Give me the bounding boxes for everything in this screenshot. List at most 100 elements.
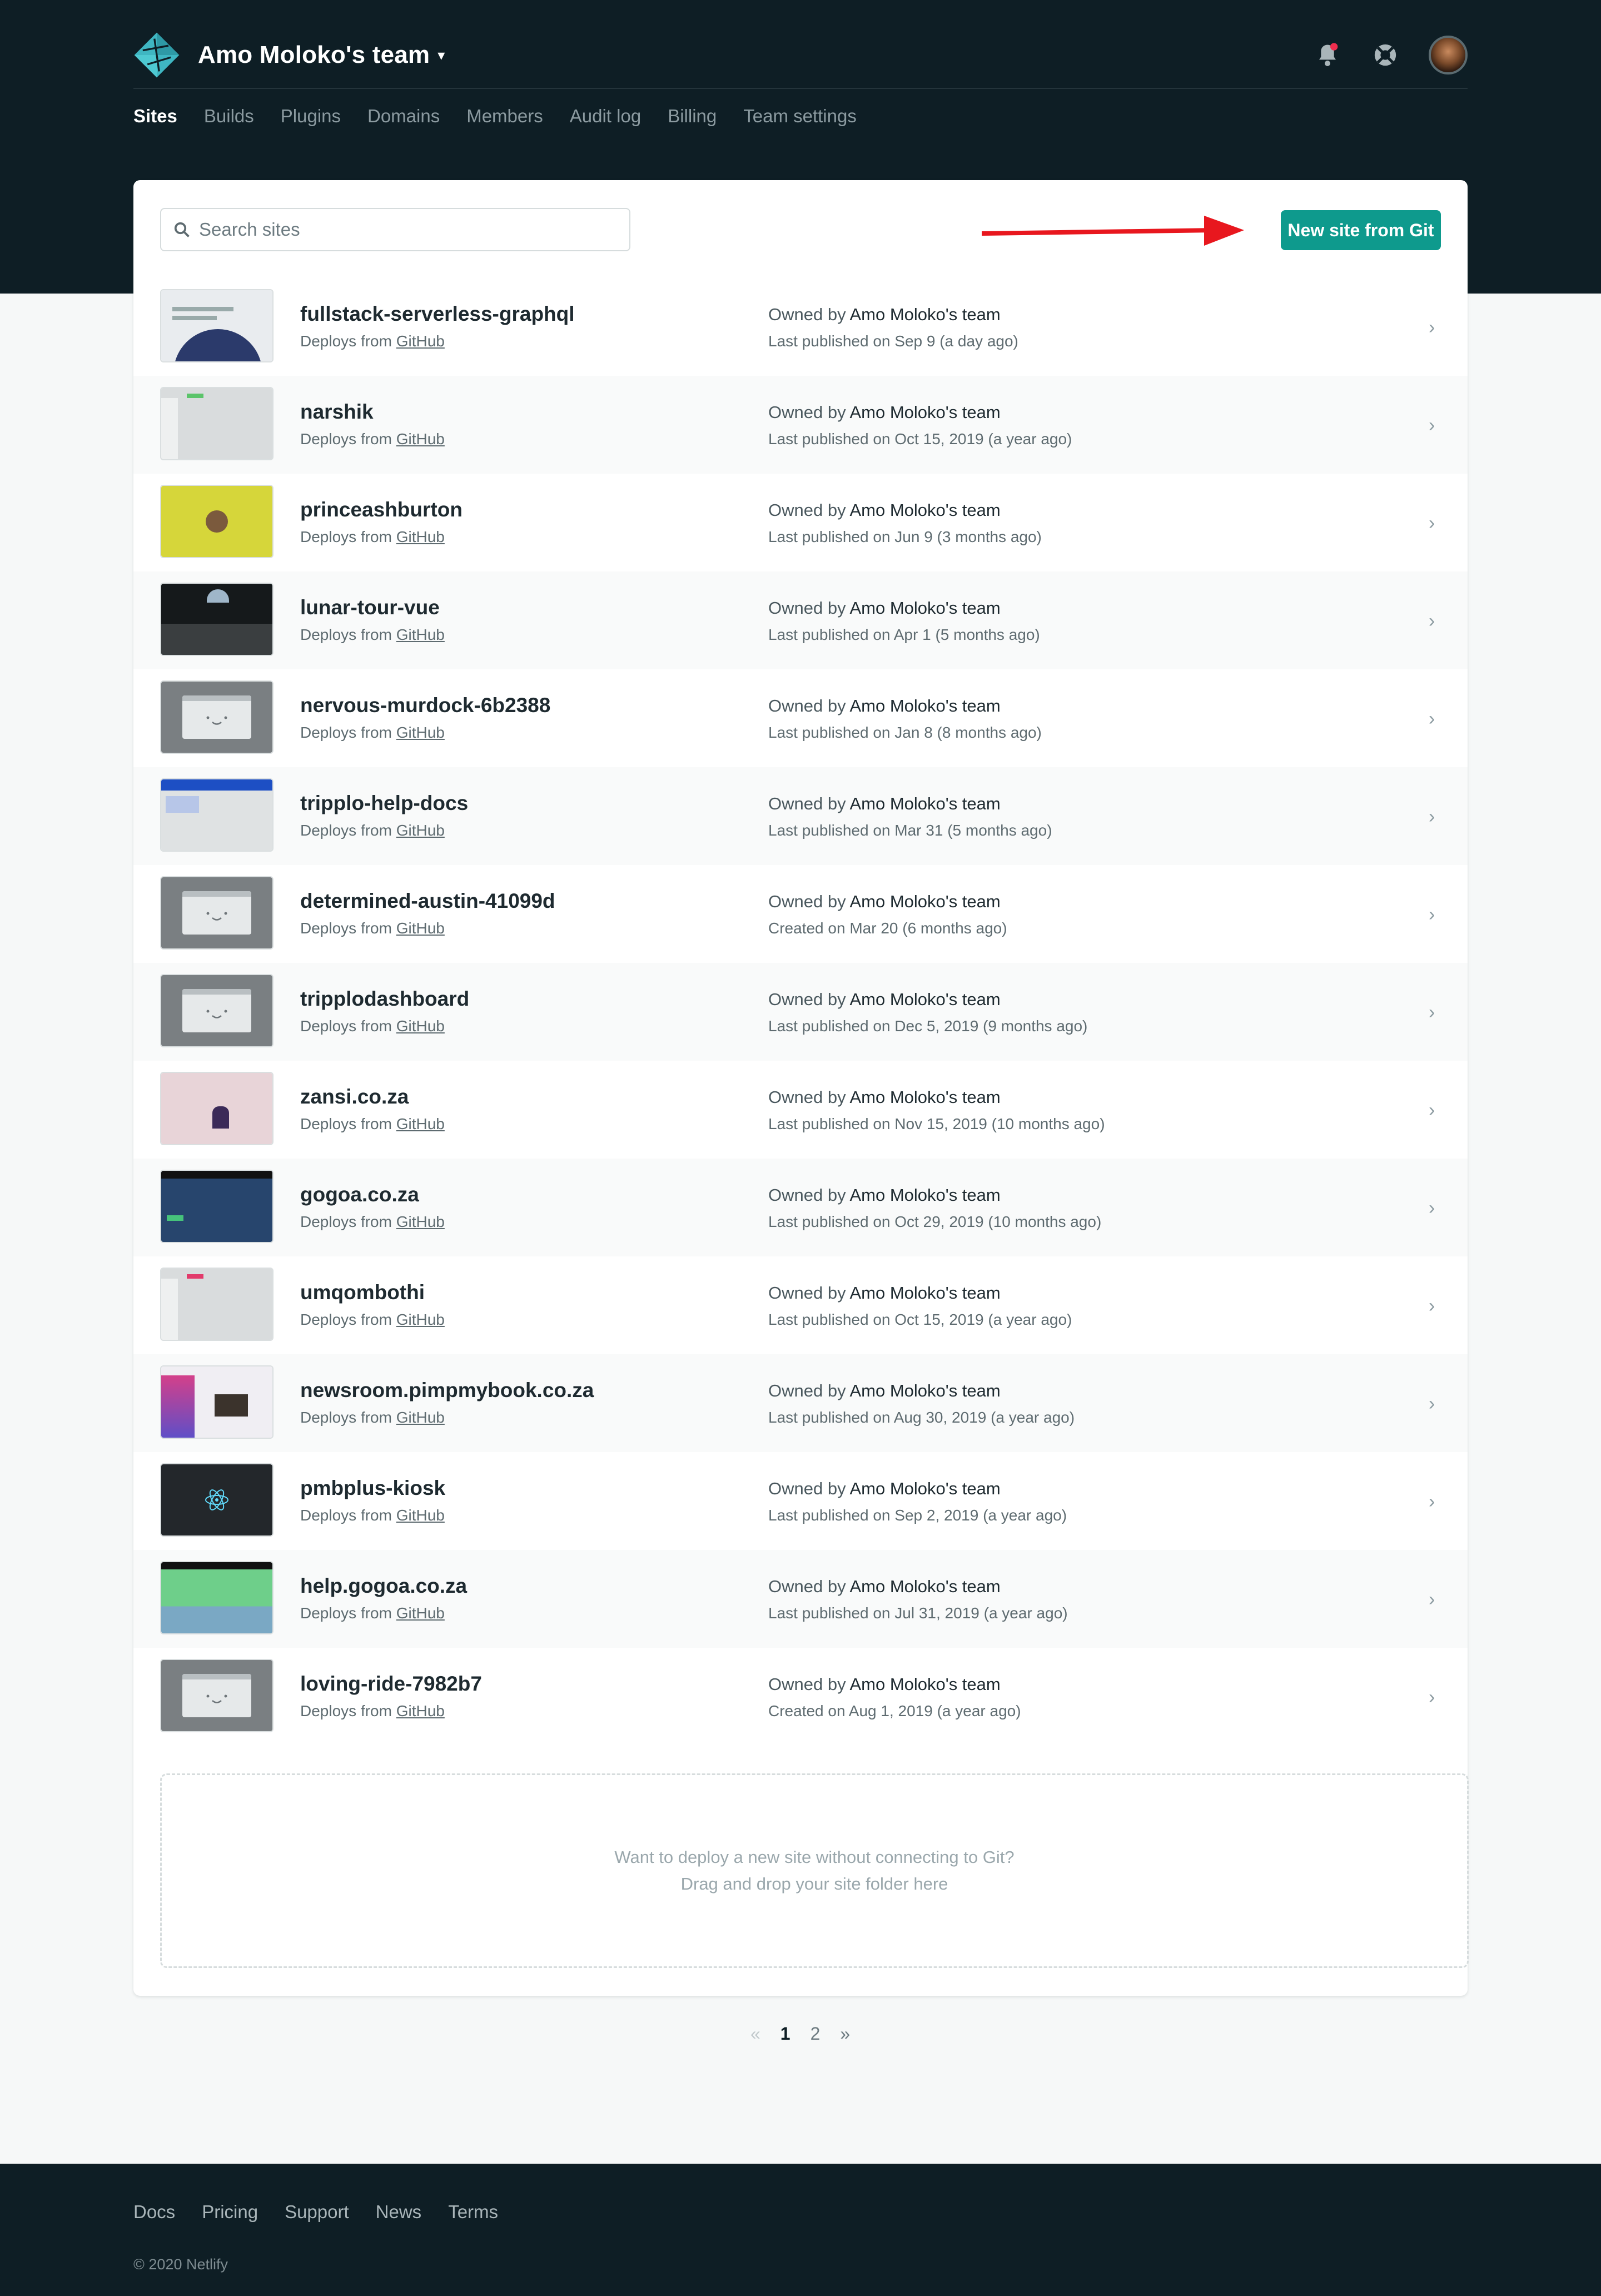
new-site-from-git-button[interactable]: New site from Git bbox=[1281, 210, 1441, 250]
nav-domains[interactable]: Domains bbox=[367, 106, 440, 127]
notifications-button[interactable] bbox=[1313, 41, 1342, 69]
github-link[interactable]: GitHub bbox=[396, 1604, 445, 1622]
site-row[interactable]: umqombothi Deploys from GitHub Owned by Am… bbox=[133, 1256, 1468, 1354]
site-row[interactable]: fullstack-serverless-graphql Deploys from… bbox=[133, 278, 1468, 376]
chevron-down-icon[interactable]: ▾ bbox=[437, 47, 445, 64]
site-name[interactable]: newsroom.pimpmybook.co.za bbox=[300, 1379, 594, 1402]
site-name[interactable]: tripplo-help-docs bbox=[300, 792, 468, 815]
github-link[interactable]: GitHub bbox=[396, 1507, 445, 1524]
site-thumbnail[interactable] bbox=[160, 680, 274, 754]
chevron-right-icon[interactable]: › bbox=[1429, 1002, 1435, 1023]
github-link[interactable]: GitHub bbox=[396, 430, 445, 448]
chevron-right-icon[interactable]: › bbox=[1429, 513, 1435, 534]
site-thumbnail[interactable] bbox=[160, 1170, 274, 1243]
footer-link-news[interactable]: News bbox=[376, 2201, 422, 2223]
pagination-next[interactable]: » bbox=[840, 2024, 850, 2044]
github-link[interactable]: GitHub bbox=[396, 724, 445, 741]
github-link[interactable]: GitHub bbox=[396, 1017, 445, 1035]
site-thumbnail[interactable] bbox=[160, 583, 274, 656]
github-link[interactable]: GitHub bbox=[396, 528, 445, 545]
pagination-page-2[interactable]: 2 bbox=[811, 2024, 821, 2044]
team-switcher[interactable]: Amo Moloko's team bbox=[198, 41, 430, 69]
site-name[interactable]: lunar-tour-vue bbox=[300, 596, 445, 619]
site-row[interactable]: lunar-tour-vue Deploys from GitHub Owned b… bbox=[133, 571, 1468, 669]
nav-builds[interactable]: Builds bbox=[204, 106, 254, 127]
site-thumbnail[interactable] bbox=[160, 1072, 274, 1145]
chevron-right-icon[interactable]: › bbox=[1429, 708, 1435, 730]
github-link[interactable]: GitHub bbox=[396, 1409, 445, 1426]
site-row[interactable]: loving-ride-7982b7 Deploys from GitHub Own… bbox=[133, 1648, 1468, 1746]
site-row[interactable]: nervous-murdock-6b2388 Deploys from GitHu… bbox=[133, 669, 1468, 767]
site-thumbnail[interactable] bbox=[160, 876, 274, 950]
drag-drop-zone[interactable]: Want to deploy a new site without connec… bbox=[160, 1773, 1469, 1968]
nav-members[interactable]: Members bbox=[466, 106, 543, 127]
github-link[interactable]: GitHub bbox=[396, 332, 445, 350]
site-thumbnail[interactable] bbox=[160, 1463, 274, 1537]
pagination-prev[interactable]: « bbox=[750, 2024, 760, 2044]
chevron-right-icon[interactable]: › bbox=[1429, 1687, 1435, 1708]
github-link[interactable]: GitHub bbox=[396, 1311, 445, 1328]
site-name[interactable]: narshik bbox=[300, 400, 445, 424]
nav-plugins[interactable]: Plugins bbox=[281, 106, 341, 127]
footer-link-terms[interactable]: Terms bbox=[448, 2201, 498, 2223]
site-row[interactable]: determined-austin-41099d Deploys from Git… bbox=[133, 865, 1468, 963]
site-name[interactable]: umqombothi bbox=[300, 1281, 445, 1304]
chevron-right-icon[interactable]: › bbox=[1429, 1491, 1435, 1513]
chevron-right-icon[interactable]: › bbox=[1429, 1100, 1435, 1121]
site-name[interactable]: fullstack-serverless-graphql bbox=[300, 302, 575, 326]
site-row[interactable]: zansi.co.za Deploys from GitHub Owned by A… bbox=[133, 1061, 1468, 1159]
site-thumbnail[interactable] bbox=[160, 485, 274, 558]
site-row[interactable]: narshik Deploys from GitHub Owned by Amo M… bbox=[133, 376, 1468, 474]
site-name[interactable]: pmbplus-kiosk bbox=[300, 1477, 445, 1500]
avatar[interactable] bbox=[1429, 36, 1468, 74]
site-name[interactable]: determined-austin-41099d bbox=[300, 889, 555, 913]
nav-billing[interactable]: Billing bbox=[668, 106, 717, 127]
chevron-right-icon[interactable]: › bbox=[1429, 1589, 1435, 1611]
site-name[interactable]: zansi.co.za bbox=[300, 1085, 445, 1109]
site-row[interactable]: newsroom.pimpmybook.co.za Deploys from Gi… bbox=[133, 1354, 1468, 1452]
chevron-right-icon[interactable]: › bbox=[1429, 1295, 1435, 1317]
site-thumbnail[interactable] bbox=[160, 1268, 274, 1341]
chevron-right-icon[interactable]: › bbox=[1429, 317, 1435, 339]
chevron-right-icon[interactable]: › bbox=[1429, 1393, 1435, 1415]
search-box[interactable] bbox=[160, 208, 630, 251]
chevron-right-icon[interactable]: › bbox=[1429, 610, 1435, 632]
nav-sites[interactable]: Sites bbox=[133, 106, 177, 127]
site-name[interactable]: tripplodashboard bbox=[300, 987, 469, 1011]
site-thumbnail[interactable] bbox=[160, 974, 274, 1047]
pagination-page-1[interactable]: 1 bbox=[780, 2024, 790, 2044]
site-name[interactable]: nervous-murdock-6b2388 bbox=[300, 694, 550, 717]
search-input[interactable] bbox=[199, 219, 588, 240]
footer-link-support[interactable]: Support bbox=[285, 2201, 349, 2223]
chevron-right-icon[interactable]: › bbox=[1429, 1197, 1435, 1219]
site-name[interactable]: gogoa.co.za bbox=[300, 1183, 445, 1206]
github-link[interactable]: GitHub bbox=[396, 626, 445, 643]
site-row[interactable]: gogoa.co.za Deploys from GitHub Owned by A… bbox=[133, 1159, 1468, 1256]
github-link[interactable]: GitHub bbox=[396, 1115, 445, 1132]
site-thumbnail[interactable] bbox=[160, 1659, 274, 1732]
chevron-right-icon[interactable]: › bbox=[1429, 415, 1435, 436]
site-thumbnail[interactable] bbox=[160, 1561, 274, 1634]
help-button[interactable] bbox=[1371, 41, 1400, 69]
site-name[interactable]: help.gogoa.co.za bbox=[300, 1574, 467, 1598]
site-thumbnail[interactable] bbox=[160, 289, 274, 362]
site-row[interactable]: tripplodashboard Deploys from GitHub Owned… bbox=[133, 963, 1468, 1061]
nav-team-settings[interactable]: Team settings bbox=[743, 106, 857, 127]
footer-link-pricing[interactable]: Pricing bbox=[202, 2201, 258, 2223]
site-row[interactable]: pmbplus-kiosk Deploys from GitHub Owned by… bbox=[133, 1452, 1468, 1550]
site-row[interactable]: princeashburton Deploys from GitHub Owned … bbox=[133, 474, 1468, 571]
site-row[interactable]: tripplo-help-docs Deploys from GitHub Owne… bbox=[133, 767, 1468, 865]
github-link[interactable]: GitHub bbox=[396, 822, 445, 839]
nav-audit-log[interactable]: Audit log bbox=[570, 106, 641, 127]
chevron-right-icon[interactable]: › bbox=[1429, 806, 1435, 828]
site-thumbnail[interactable] bbox=[160, 778, 274, 852]
footer-link-docs[interactable]: Docs bbox=[133, 2201, 175, 2223]
netlify-logo-icon[interactable] bbox=[133, 32, 180, 78]
chevron-right-icon[interactable]: › bbox=[1429, 904, 1435, 926]
site-thumbnail[interactable] bbox=[160, 1365, 274, 1439]
site-name[interactable]: loving-ride-7982b7 bbox=[300, 1672, 482, 1696]
github-link[interactable]: GitHub bbox=[396, 920, 445, 937]
site-row[interactable]: help.gogoa.co.za Deploys from GitHub Owned… bbox=[133, 1550, 1468, 1648]
site-thumbnail[interactable] bbox=[160, 387, 274, 460]
site-name[interactable]: princeashburton bbox=[300, 498, 463, 521]
